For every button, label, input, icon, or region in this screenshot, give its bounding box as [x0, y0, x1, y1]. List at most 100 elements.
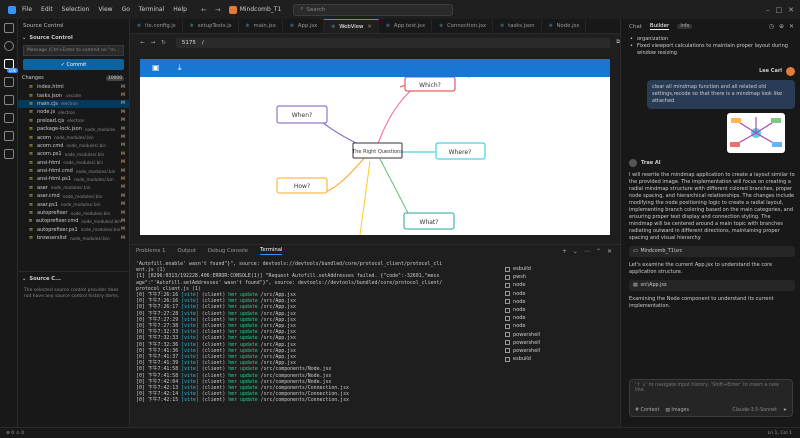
history-icon[interactable]: ◷: [769, 23, 774, 30]
terminal-instance[interactable]: node: [505, 322, 613, 330]
changed-file-item[interactable]: ≡ autoprefixer.cmd node_modules/.bin M: [18, 217, 129, 225]
chat-input[interactable]: '↑ ↓' to navigate input history, 'Shift+…: [629, 379, 793, 417]
tab-debug-console[interactable]: Debug Console: [208, 248, 248, 254]
forward-icon[interactable]: →: [151, 40, 156, 46]
terminal-instance[interactable]: node: [505, 306, 613, 314]
back-icon[interactable]: ←: [140, 40, 145, 46]
changed-file-item[interactable]: ≡ acorn node_modules/.bin M: [18, 133, 129, 141]
changed-file-item[interactable]: ≡ main.cjs electron M: [18, 99, 129, 109]
webview-url-input[interactable]: 5175 /: [175, 37, 611, 48]
terminal-instance[interactable]: esbuild: [505, 355, 613, 363]
attached-image-thumbnail[interactable]: [727, 113, 785, 153]
mindmap-node-what[interactable]: What?: [403, 212, 455, 230]
mindmap-node-how[interactable]: How?: [276, 177, 328, 194]
command-center-search[interactable]: ⌕ Search: [293, 3, 454, 16]
editor-tab[interactable]: ⚛ App.test.jsx: [379, 19, 433, 33]
terminal-instance[interactable]: node: [505, 281, 613, 289]
changed-file-item[interactable]: ≡ acorn.ps1 node_modules/.bin M: [18, 150, 129, 158]
editor-tab[interactable]: ⚛ tasks.json: [493, 19, 542, 33]
changed-file-item[interactable]: ≡ node.js electron M: [18, 108, 129, 116]
terminal-instance[interactable]: powershell: [505, 339, 613, 347]
changed-file-item[interactable]: ≡ index.html M: [18, 83, 129, 91]
terminal-instance[interactable]: powershell: [505, 331, 613, 339]
menu-file[interactable]: File: [22, 6, 32, 13]
tab-output[interactable]: Output: [177, 248, 195, 254]
save-icon[interactable]: ▣: [152, 64, 160, 72]
commit-button[interactable]: ✓ Commit: [23, 59, 124, 70]
new-terminal-icon[interactable]: +: [562, 248, 567, 255]
mindmap-node-center[interactable]: The Right Questions: [351, 142, 403, 159]
tab-chat[interactable]: Chat: [629, 24, 642, 30]
editor-tab[interactable]: ⚛ main.jsx: [239, 19, 283, 33]
back-arrow-icon[interactable]: ←: [201, 6, 207, 14]
menu-go[interactable]: Go: [122, 6, 130, 13]
close-panel-icon[interactable]: ✕: [607, 248, 612, 255]
changed-file-item[interactable]: ≡ package-lock.json node_modules M: [18, 125, 129, 133]
mindmap-node-which[interactable]: Which?: [404, 77, 456, 92]
menu-view[interactable]: View: [98, 6, 112, 13]
source-control-icon[interactable]: 10k: [3, 59, 18, 73]
terminal-instance[interactable]: node: [505, 314, 613, 322]
context-button[interactable]: # Context: [635, 408, 659, 413]
remote-explorer-icon[interactable]: [3, 113, 14, 123]
editor-tab[interactable]: ⚛ Connection.jsx: [432, 19, 494, 33]
close-chat-icon[interactable]: ✕: [789, 23, 794, 30]
changed-file-item[interactable]: ≡ autoprefixer node_modules/.bin M: [18, 209, 129, 217]
changed-file-item[interactable]: ≡ preload.cjs electron M: [18, 117, 129, 125]
menu-terminal[interactable]: Terminal: [139, 6, 164, 13]
run-debug-icon[interactable]: [3, 77, 14, 87]
send-icon[interactable]: ➤: [783, 408, 787, 413]
changed-file-item[interactable]: ≡ ansi-html.ps1 node_modules/.bin M: [18, 175, 129, 183]
changed-file-item[interactable]: ≡ ansi-html.cmd node_modules/.bin M: [18, 167, 129, 175]
maximize-panel-icon[interactable]: ⌃: [596, 248, 601, 255]
terminal-instance[interactable]: pwsh: [505, 273, 613, 281]
new-chat-icon[interactable]: ⊕: [779, 23, 784, 30]
mindmap-node-when[interactable]: When?: [276, 105, 328, 124]
extensions-icon[interactable]: [3, 95, 14, 105]
commit-message-input[interactable]: Message (Ctrl+Enter to commit on "m...: [23, 45, 124, 56]
reload-icon[interactable]: ↻: [161, 40, 166, 46]
changed-file-item[interactable]: ≡ asar node_modules/.bin M: [18, 184, 129, 192]
explorer-icon[interactable]: [3, 23, 14, 33]
more-actions-icon[interactable]: ⋯: [584, 248, 590, 255]
ai-folder-reference[interactable]: ▭ Mindcomb_T1\src: [629, 246, 795, 257]
terminal-output[interactable]: 'Autofill.enable' wasn't found"}", sourc…: [136, 261, 496, 404]
close-tab-icon[interactable]: ✕: [367, 24, 371, 30]
menu-help[interactable]: Help: [173, 6, 187, 13]
tab-info-badge[interactable]: Info: [677, 24, 693, 29]
changed-file-item[interactable]: ≡ asar.ps1 node_modules/.bin M: [18, 200, 129, 208]
menu-selection[interactable]: Selection: [62, 6, 90, 13]
close-icon[interactable]: ✕: [788, 6, 794, 14]
editor-tab[interactable]: ⚛ ite.config.js: [130, 19, 183, 33]
editor-tab[interactable]: ⚛ setupTests.js: [183, 19, 239, 33]
model-selector[interactable]: Claude-3.5-Sonnet: [732, 408, 777, 413]
changed-file-item[interactable]: ≡ ansi-html node_modules/.bin M: [18, 159, 129, 167]
testing-icon[interactable]: [3, 131, 14, 141]
editor-tab[interactable]: ⚛ WebView ✕: [324, 19, 379, 33]
split-terminal-icon[interactable]: ⌄: [573, 248, 578, 255]
editor-tab[interactable]: ⚛ Node.jsx: [542, 19, 587, 33]
tab-builder[interactable]: Builder: [649, 23, 670, 30]
source-control-section-header[interactable]: ⌄ Source Control: [18, 33, 129, 43]
changes-header[interactable]: Changes 10000: [18, 73, 129, 83]
tab-terminal[interactable]: Terminal: [260, 247, 283, 255]
status-position[interactable]: Ln 1, Col 1: [768, 431, 792, 436]
tab-problems[interactable]: Problems 1: [136, 248, 165, 254]
changed-file-item[interactable]: ≡ autoprefixer.ps1 node_modules/.bin M: [18, 226, 129, 234]
status-problems[interactable]: ⊗ 0 ⚠ 0: [6, 431, 24, 436]
mindmap-node-where[interactable]: Where?: [435, 142, 486, 160]
editor-tab[interactable]: ⚛ App.jsx: [283, 19, 325, 33]
forward-arrow-icon[interactable]: →: [215, 6, 221, 14]
search-activity-icon[interactable]: [3, 41, 14, 51]
terminal-instance[interactable]: node: [505, 298, 613, 306]
docker-icon[interactable]: [3, 149, 14, 159]
source-control-graph-header[interactable]: ⌄ Source C...: [18, 274, 130, 284]
workspace-selector[interactable]: Mindcomb_T1: [228, 5, 281, 14]
minimize-icon[interactable]: –: [766, 6, 770, 14]
changed-file-item[interactable]: ≡ tasks.json .vscode M: [18, 91, 129, 99]
changed-file-item[interactable]: ≡ asar.cmd node_modules/.bin M: [18, 192, 129, 200]
menu-edit[interactable]: Edit: [41, 6, 53, 13]
ai-file-reference[interactable]: ▤ src\App.jsx: [629, 280, 795, 291]
download-icon[interactable]: ⤓: [178, 64, 186, 72]
changed-file-item[interactable]: ≡ acorn.cmd node_modules/.bin M: [18, 142, 129, 150]
